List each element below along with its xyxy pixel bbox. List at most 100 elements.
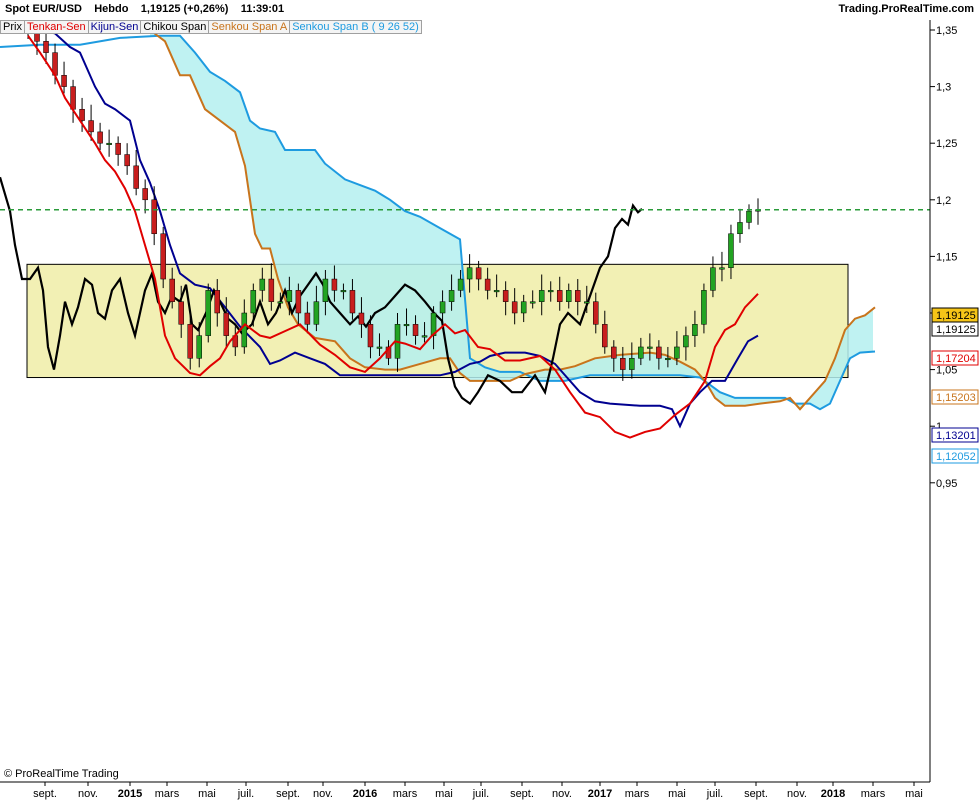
candle-body — [349, 290, 356, 314]
x-tick-label: 2016 — [353, 788, 377, 800]
x-tick-label: sept. — [744, 788, 768, 800]
legend-senkou-span-b[interactable]: Senkou Span B ( 9 26 52) — [289, 20, 422, 34]
header-summary: Spot EUR/USD Hebdo 1,19125 (+0,26%) 11:3… — [5, 3, 284, 15]
quote-time: 11:39:01 — [240, 3, 285, 15]
candle-body — [665, 358, 671, 361]
x-tick-label: mars — [393, 788, 418, 800]
x-tick-label: mai — [435, 788, 453, 800]
x-tick-label: 2017 — [588, 788, 612, 800]
x-tick-label: nov. — [313, 788, 333, 800]
x-tick-label: nov. — [787, 788, 807, 800]
period-label: Hebdo — [94, 3, 129, 15]
legend-kijun-sen[interactable]: Kijun-Sen — [87, 20, 142, 34]
legend-senkou-span-a[interactable]: Senkou Span A — [208, 20, 291, 34]
candle-body — [196, 335, 202, 359]
candle-body — [602, 324, 608, 348]
x-tick-label: juil. — [472, 788, 490, 800]
candle-body — [376, 346, 383, 349]
candle-body — [556, 290, 563, 302]
candle-body — [683, 335, 689, 348]
x-tick-label: 2018 — [821, 788, 845, 800]
x-tick-label: nov. — [552, 788, 572, 800]
candle-body — [439, 301, 446, 314]
candle-body — [475, 267, 482, 280]
candle-body — [367, 324, 374, 348]
candle-body — [124, 154, 130, 167]
candle-body — [502, 290, 509, 302]
x-tick-label: sept. — [276, 788, 300, 800]
candle-body — [421, 335, 428, 338]
chart-canvas: 1,351,31,251,21,151,11,0510,95 sept.nov.… — [0, 19, 979, 800]
x-tick-label: nov. — [78, 788, 98, 800]
x-tick-label: mai — [668, 788, 686, 800]
x-tick-label: juil. — [706, 788, 724, 800]
candle-body — [746, 210, 752, 223]
symbol-name: Spot EUR/USD — [5, 3, 82, 15]
chart-header: Spot EUR/USD Hebdo 1,19125 (+0,26%) 11:3… — [0, 0, 980, 20]
candle-body — [656, 346, 662, 359]
x-tick-label: mars — [625, 788, 650, 800]
candle-body — [584, 301, 590, 304]
x-tick-label: sept. — [510, 788, 534, 800]
value-badge-label: 1,19125 — [936, 324, 976, 336]
candle-body — [466, 267, 473, 280]
y-tick-label: 1,2 — [936, 195, 951, 207]
candle-body — [79, 108, 85, 121]
candle-body — [169, 278, 175, 302]
candle-body — [710, 267, 716, 291]
candle-body — [133, 165, 139, 189]
legend-prix[interactable]: Prix — [0, 20, 25, 34]
candle-body — [286, 290, 293, 302]
x-tick-label: juil. — [237, 788, 255, 800]
quote-value: 1,19125 (+0,26%) — [140, 3, 229, 15]
candle-body — [674, 346, 680, 359]
x-tick-label: sept. — [33, 788, 57, 800]
candle-body — [304, 312, 311, 325]
value-badge-label: 1,19125 — [936, 310, 976, 322]
candle-body — [611, 346, 617, 359]
candle-body — [620, 358, 626, 370]
candle-body — [295, 290, 302, 314]
candle-body — [737, 222, 743, 235]
candle-body — [88, 120, 94, 133]
indicator-legend: Prix Tenkan-Sen Kijun-Sen Chikou Span Se… — [0, 20, 422, 34]
candle-body — [719, 267, 725, 270]
candle-body — [565, 290, 572, 302]
candle-body — [178, 301, 184, 325]
candle-body — [115, 142, 121, 155]
x-tick-label: mars — [155, 788, 180, 800]
y-tick-label: 1,25 — [936, 138, 957, 150]
candle-body — [187, 324, 193, 359]
copyright-credit: © ProRealTime Trading — [4, 768, 119, 780]
candle-body — [638, 346, 644, 359]
candle-body — [313, 301, 320, 325]
candle-body — [61, 75, 67, 87]
candle-body — [250, 290, 257, 314]
candle-body — [520, 301, 527, 314]
candle-body — [647, 346, 653, 349]
y-tick-label: 1,05 — [936, 365, 957, 377]
candle-body — [529, 301, 536, 304]
x-tick-label: mai — [905, 788, 923, 800]
y-tick-label: 1,15 — [936, 251, 957, 263]
candle-body — [629, 358, 635, 370]
candle-body — [340, 290, 347, 293]
y-tick-label: 0,95 — [936, 478, 957, 490]
candle-body — [692, 324, 698, 336]
candle-body — [277, 301, 284, 304]
candle-body — [259, 278, 266, 291]
candle-body — [358, 312, 365, 325]
candle-body — [142, 188, 148, 201]
x-tick-label: mars — [861, 788, 886, 800]
candle-body — [484, 278, 491, 291]
value-badge-label: 1,12052 — [936, 451, 976, 463]
x-tick-label: mai — [198, 788, 216, 800]
candle-body — [457, 278, 464, 291]
candle-body — [151, 199, 157, 235]
candle-body — [223, 312, 230, 336]
candle-body — [160, 233, 166, 280]
legend-tenkan-sen[interactable]: Tenkan-Sen — [23, 20, 89, 34]
candle-body — [214, 290, 221, 314]
legend-chikou-span[interactable]: Chikou Span — [140, 20, 210, 34]
candle-body — [268, 278, 275, 302]
